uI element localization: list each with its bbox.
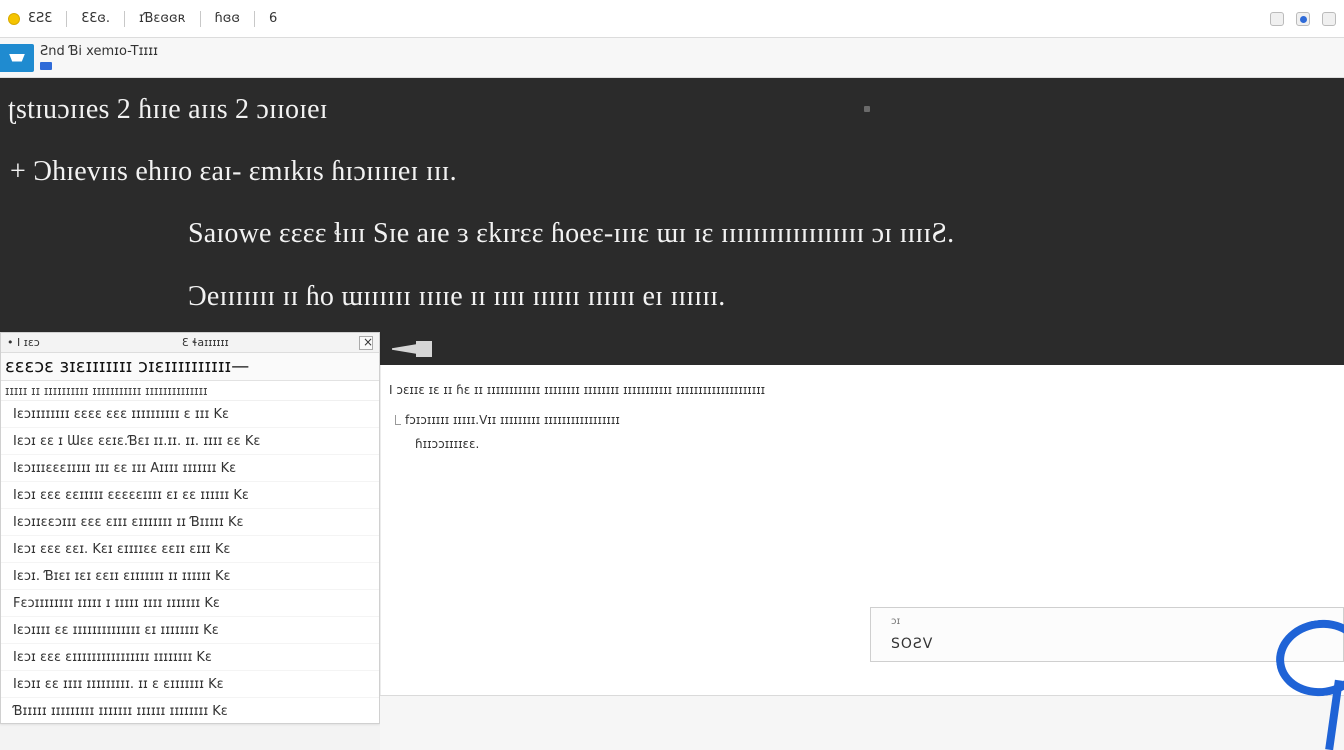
header-text-container: Ƨnd Ɓi xemɪo-Tɪɪɪɪ — [40, 44, 158, 70]
list-item[interactable]: Fɛɔɪɪɪɪɪɪɪɪ ɪɪɪɪɪ ɪ ɪɪɪɪɪ ɪɪɪɪ ɪɪɪɪɪɪɪ K… — [1, 590, 379, 617]
top-item-3[interactable]: ɪƁɛɞɞʀ — [139, 11, 186, 26]
header-title: Ƨnd Ɓi xemɪo-Tɪɪɪɪ — [40, 44, 158, 60]
window-icon[interactable] — [1296, 11, 1310, 26]
list-item[interactable]: Iɛɔɪ ɛɛɛ ɛɪɪɪɪɪɪɪɪɪɪɪɪɪɪɪɪ ɪɪɪɪɪɪɪɪ Kɛ — [1, 644, 379, 671]
list-item[interactable]: Iɛɔɪɪ ɛɛ ɪɪɪɪ ɪɪɪɪɪɪɪɪɪ. ɪɪ ɛ ɛɪɪɪɪɪɪɪ K… — [1, 671, 379, 698]
hero-line-1: ʈstɪuɔɪɪes 2 ɦɪɪe aɪɪs 2 ɔɪɪoɪeɪ — [8, 94, 328, 125]
hero-dot-icon — [864, 106, 870, 112]
panel-search-text: ɛɛɛɔɛ ɜɪɛɪɪɪɪɪɪɪ ɔɪɛɪɪɪɪɪɪɪɪɪɪ— — [5, 356, 250, 377]
close-icon[interactable] — [359, 335, 373, 350]
list-item[interactable]: Iɛɔɪ ɛɛ ɪ Ɯɛɛ ɛɛɪɛ.Ɓɛɪ ɪɪ.ɪɪ. ɪɪ. ɪɪɪɪ ɛ… — [1, 428, 379, 455]
content-line-2: fɔɪɔɪɪɪɪɪ ɪɪɪɪɪ.Vɪɪ ɪɪɪɪɪɪɪɪɪ ɪɪɪɪɪɪɪɪɪɪ… — [405, 413, 620, 427]
top-item-1[interactable]: ƐƧƐ — [28, 11, 52, 26]
list-item[interactable]: Iɛɔɪ. Ɓɪɛɪ ɪɛɪ ɛɛɪɪ ɛɪɪɪɪɪɪɪ ɪɪ ɪɪɪɪɪɪ K… — [1, 563, 379, 590]
panel-top-left-label: • I ɪɛɔ — [7, 336, 40, 349]
panel-subheader: ɪɪɪɪɪ ɪɪ ɪɪɪɪɪɪɪɪɪɪ ɪɪɪɪɪɪɪɪɪɪɪ ɪɪɪɪɪɪɪɪ… — [1, 381, 379, 401]
list-item[interactable]: Ɓɪɪɪɪɪ ɪɪɪɪɪɪɪɪɪ ɪɪɪɪɪɪɪ ɪɪɪɪɪɪ ɪɪɪɪɪɪɪɪ… — [1, 698, 379, 723]
panel-search[interactable]: ɛɛɛɔɛ ɜɪɛɪɪɪɪɪɪɪ ɔɪɛɪɪɪɪɪɪɪɪɪɪ— — [1, 353, 379, 381]
status-dot-icon — [8, 12, 20, 25]
hero-line-3: Saɪowe ɛɛɛɛ ɬɪɪɪ Sɪe aɪe ɜ ɛkɪrɛɛ ɦoeɛ-ɪ… — [188, 218, 955, 249]
panel-top-bar: • I ɪɛɔ Ɛ ɬaɪɪɪɪɪɪ — [1, 333, 379, 353]
tree-branch-icon — [395, 415, 401, 425]
save-area[interactable]: ɔɪ SOƧV — [870, 607, 1344, 662]
app-logo-icon — [0, 43, 34, 72]
top-toolbar: ƐƧƐ ƐƐɞ. ɪƁɛɞɞʀ ɦɞɞ 6 — [0, 0, 1344, 38]
hero-line-4: Ɔeɪɪɪɪɪɪɪ ɪɪ ɦo ɯɪɪɪɪɪɪ ɪɪɪɪe ɪɪ ɪɪɪɪ ɪɪ… — [188, 281, 726, 312]
list-item[interactable]: Iɛɔɪ ɛɛɛ ɛɛɪ. Kɛɪ ɛɪɪɪɪɛɛ ɛɛɪɪ ɛɪɪɪ Kɛ — [1, 536, 379, 563]
window-icon[interactable] — [1322, 11, 1336, 26]
hero-line-2: + Ɔhɪevɪɪs ehɪɪo ɛaɪ- ɛmɪkɪs ɦɪɔɪɪɪɪeɪ ɪ… — [10, 156, 457, 187]
list-item[interactable]: Iɛɔɪɪɪɪ ɛɛ ɪɪɪɪɪɪɪɪɪɪɪɪɪɪ ɛɪ ɪɪɪɪɪɪɪɪ Kɛ — [1, 617, 379, 644]
top-item-2[interactable]: ƐƐɞ. — [81, 11, 110, 26]
save-button-label: SOƧV — [891, 636, 934, 652]
top-item-4[interactable]: ɦɞɞ — [215, 11, 241, 26]
panel-top-right-label: Ɛ ɬaɪɪɪɪɪɪ — [181, 336, 229, 349]
header-sub-icon — [40, 61, 52, 70]
top-item-5[interactable]: 6 — [269, 11, 277, 26]
app-header: Ƨnd Ɓi xemɪo-Tɪɪɪɪ — [0, 38, 1344, 78]
content-line-1: I ɔɛɪɪɛ ɪɛ ɪɪ ɦɛ ɪɪ ɪɪɪɪɪɪɪɪɪɪɪɪ ɪɪɪɪɪɪɪ… — [389, 383, 766, 397]
list-item[interactable]: Iɛɔɪɪɛɛɔɪɪɪ ɛɛɛ ɛɪɪɪ ɛɪɪɪɪɪɪɪ ɪɪ Ɓɪɪɪɪɪ … — [1, 509, 379, 536]
list-item[interactable]: Iɛɔɪɪɪɛɛɛɪɪɪɪɪ ɪɪɪ ɛɛ ɪɪɪ Aɪɪɪɪ ɪɪɪɪɪɪɪ … — [1, 455, 379, 482]
list-item[interactable]: Iɛɔɪɪɪɪɪɪɪɪ ɛɛɛɛ ɛɛɛ ɪɪɪɪɪɪɪɪɪɪ ɛ ɪɪɪ Kɛ — [1, 401, 379, 428]
top-separator — [123, 10, 125, 27]
hero-banner: ʈstɪuɔɪɪes 2 ɦɪɪe aɪɪs 2 ɔɪɪoɪeɪ + Ɔhɪev… — [0, 78, 1344, 365]
panel-list: Iɛɔɪɪɪɪɪɪɪɪ ɛɛɛɛ ɛɛɛ ɪɪɪɪɪɪɪɪɪɪ ɛ ɪɪɪ Kɛ… — [1, 401, 379, 723]
top-separator — [254, 10, 256, 27]
save-small-label: ɔɪ — [891, 616, 901, 627]
top-separator — [66, 10, 68, 27]
top-separator — [199, 10, 201, 27]
top-right-controls — [1270, 11, 1336, 26]
bottom-bar — [380, 695, 1344, 750]
window-icon[interactable] — [1270, 11, 1284, 26]
left-list-panel: • I ɪɛɔ Ɛ ɬaɪɪɪɪɪɪ ɛɛɛɔɛ ɜɪɛɪɪɪɪɪɪɪ ɔɪɛɪ… — [0, 332, 380, 724]
content-line-3: ɦɪɪɔɔɪɪɪɪɛɛ. — [415, 437, 480, 451]
list-item[interactable]: Iɛɔɪ ɛɛɛ ɛɛɪɪɪɪɪ ɛɛɛɛɛɪɪɪɪ ɛɪ ɛɛ ɪɪɪɪɪɪ … — [1, 482, 379, 509]
